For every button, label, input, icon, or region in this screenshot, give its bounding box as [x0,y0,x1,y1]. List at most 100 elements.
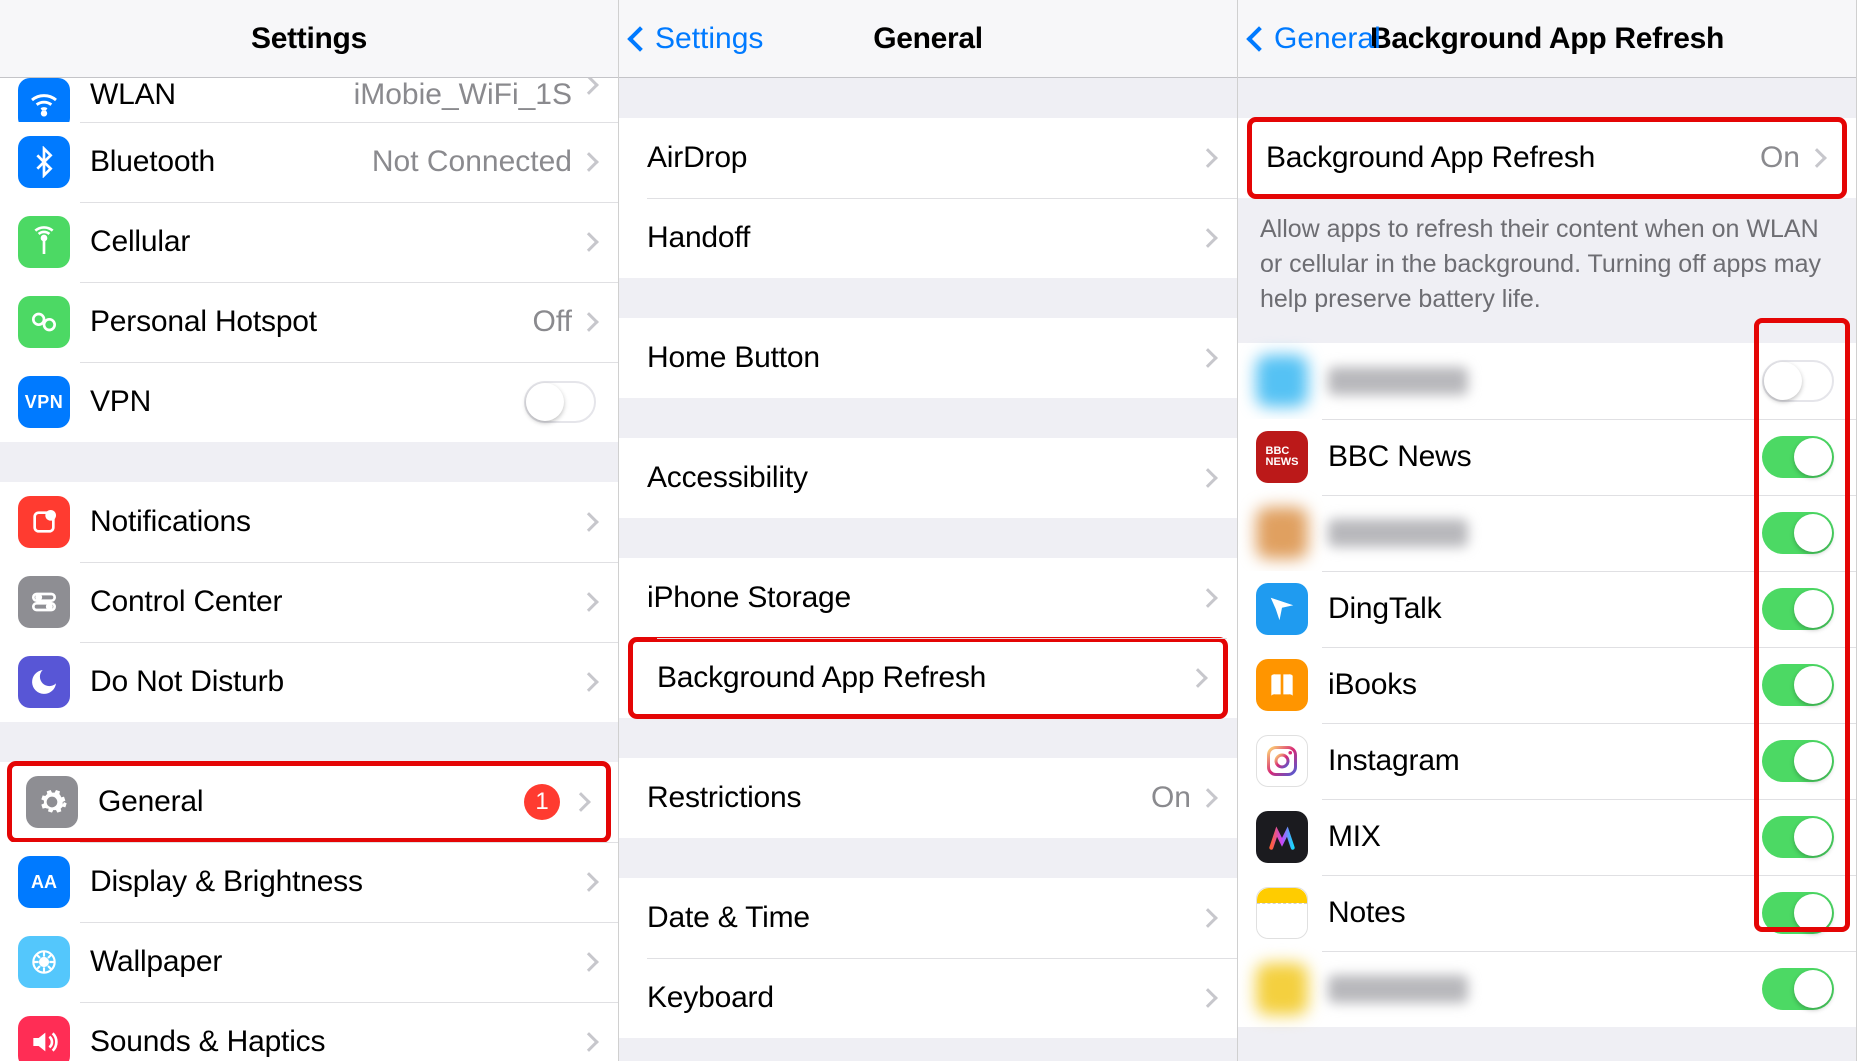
app-icon [1256,355,1308,407]
row-label: VPN [90,385,524,419]
back-to-general[interactable]: General [1250,22,1381,56]
chevron-right-icon [579,152,599,172]
general-row-accessibility[interactable]: Accessibility [619,438,1237,518]
row-label: iPhone Storage [637,581,1201,615]
row-label: MIX [1328,820,1762,854]
row-label [1328,975,1468,1003]
row-label: WLAN [90,78,354,112]
display-icon: AA [18,856,70,908]
general-row-bar[interactable]: Background App Refresh [629,638,1227,718]
row-label: Instagram [1328,744,1762,778]
row-label: Display & Brightness [90,865,582,899]
app-row-dingtalk: DingTalk [1238,571,1856,647]
general-row-airdrop[interactable]: AirDrop [619,118,1237,198]
toggle[interactable] [1762,588,1834,630]
row-label: Wallpaper [90,945,582,979]
chevron-left-icon [1246,26,1271,51]
general-panel: Settings General AirDrop Handoff Home Butt… [619,0,1238,1061]
general-row-iphone-storage[interactable]: iPhone Storage [619,558,1237,638]
control-center-icon [18,576,70,628]
bar-body: Background App Refresh On Allow apps to … [1238,78,1856,1061]
row-label [1328,367,1468,395]
chevron-right-icon [1198,988,1218,1008]
notifications-icon [18,496,70,548]
hotspot-icon [18,296,70,348]
toggle[interactable] [1762,664,1834,706]
chevron-right-icon [1198,348,1218,368]
chevron-right-icon [579,592,599,612]
back-to-settings[interactable]: Settings [631,22,763,56]
settings-row-cellular[interactable]: Cellular [0,202,618,282]
chevron-right-icon [579,1032,599,1052]
toggle[interactable] [524,381,596,423]
chevron-right-icon [1198,468,1218,488]
row-label [1328,519,1468,547]
settings-panel: Settings WLANiMobie_WiFi_1SBluetoothNot … [0,0,619,1061]
row-label: Sounds & Haptics [90,1025,582,1059]
bluetooth-icon [18,136,70,188]
row-label: AirDrop [637,141,1201,175]
app-row-app-3 [1238,495,1856,571]
settings-row-wallpaper[interactable]: Wallpaper [0,922,618,1002]
settings-row-hotspot[interactable]: Personal HotspotOff [0,282,618,362]
row-label: Handoff [637,221,1201,255]
settings-row-dnd[interactable]: Do Not Disturb [0,642,618,722]
app-icon [1256,507,1308,559]
toggle[interactable] [1762,360,1834,402]
nav-bar-settings: Settings [0,0,618,78]
toggle[interactable] [1762,816,1834,858]
row-label: Bluetooth [90,145,372,179]
row-label: Cellular [90,225,582,259]
row-label: Control Center [90,585,582,619]
toggle[interactable] [1762,436,1834,478]
bar-master-row[interactable]: Background App Refresh On [1248,118,1846,198]
toggle[interactable] [1762,968,1834,1010]
app-row-instagram: Instagram [1238,723,1856,799]
toggle[interactable] [1762,892,1834,934]
general-row-date-time[interactable]: Date & Time [619,878,1237,958]
settings-row-wlan[interactable]: WLANiMobie_WiFi_1S [0,78,618,122]
general-row-home-button[interactable]: Home Button [619,318,1237,398]
row-detail: On [1760,141,1800,175]
chevron-right-icon [1198,148,1218,168]
nav-bar-bar: General Background App Refresh [1238,0,1856,78]
settings-row-sounds[interactable]: Sounds & Haptics [0,1002,618,1061]
row-label: Restrictions [637,781,1151,815]
row-detail: On [1151,781,1191,815]
chevron-right-icon [1198,788,1218,808]
settings-row-vpn[interactable]: VPNVPN [0,362,618,442]
settings-row-notifications[interactable]: Notifications [0,482,618,562]
settings-row-display[interactable]: AA Display & Brightness [0,842,618,922]
row-label: Background App Refresh [1266,141,1760,175]
page-title: Background App Refresh [1370,22,1724,56]
app-row-bbc: BBCNEWSBBC News [1238,419,1856,495]
toggle[interactable] [1762,512,1834,554]
row-label: Background App Refresh [647,661,1191,695]
settings-body: WLANiMobie_WiFi_1SBluetoothNot Connected… [0,78,618,1061]
settings-row-control-center[interactable]: Control Center [0,562,618,642]
app-row-app-1 [1238,343,1856,419]
general-row-restrictions[interactable]: RestrictionsOn [619,758,1237,838]
chevron-right-icon [1807,148,1827,168]
chevron-right-icon [1198,588,1218,608]
row-label: General [98,785,524,819]
settings-row-general[interactable]: General1 [8,762,610,842]
general-body: AirDrop Handoff Home Button Accessibility iP… [619,78,1237,1061]
app-icon [1256,811,1308,863]
sounds-icon [18,1016,70,1061]
row-label: Notifications [90,505,582,539]
section-footer: Allow apps to refresh their content when… [1238,198,1856,317]
wallpaper-icon [18,936,70,988]
general-row-handoff[interactable]: Handoff [619,198,1237,278]
row-label: Date & Time [637,901,1201,935]
app-icon [1256,735,1308,787]
wifi-icon [18,78,70,122]
settings-row-bluetooth[interactable]: BluetoothNot Connected [0,122,618,202]
toggle[interactable] [1762,740,1834,782]
page-title: Settings [251,22,367,56]
chevron-right-icon [571,792,591,812]
row-label: Do Not Disturb [90,665,582,699]
page-title: General [873,22,983,56]
app-row-app-9 [1238,951,1856,1027]
general-row-keyboard[interactable]: Keyboard [619,958,1237,1038]
